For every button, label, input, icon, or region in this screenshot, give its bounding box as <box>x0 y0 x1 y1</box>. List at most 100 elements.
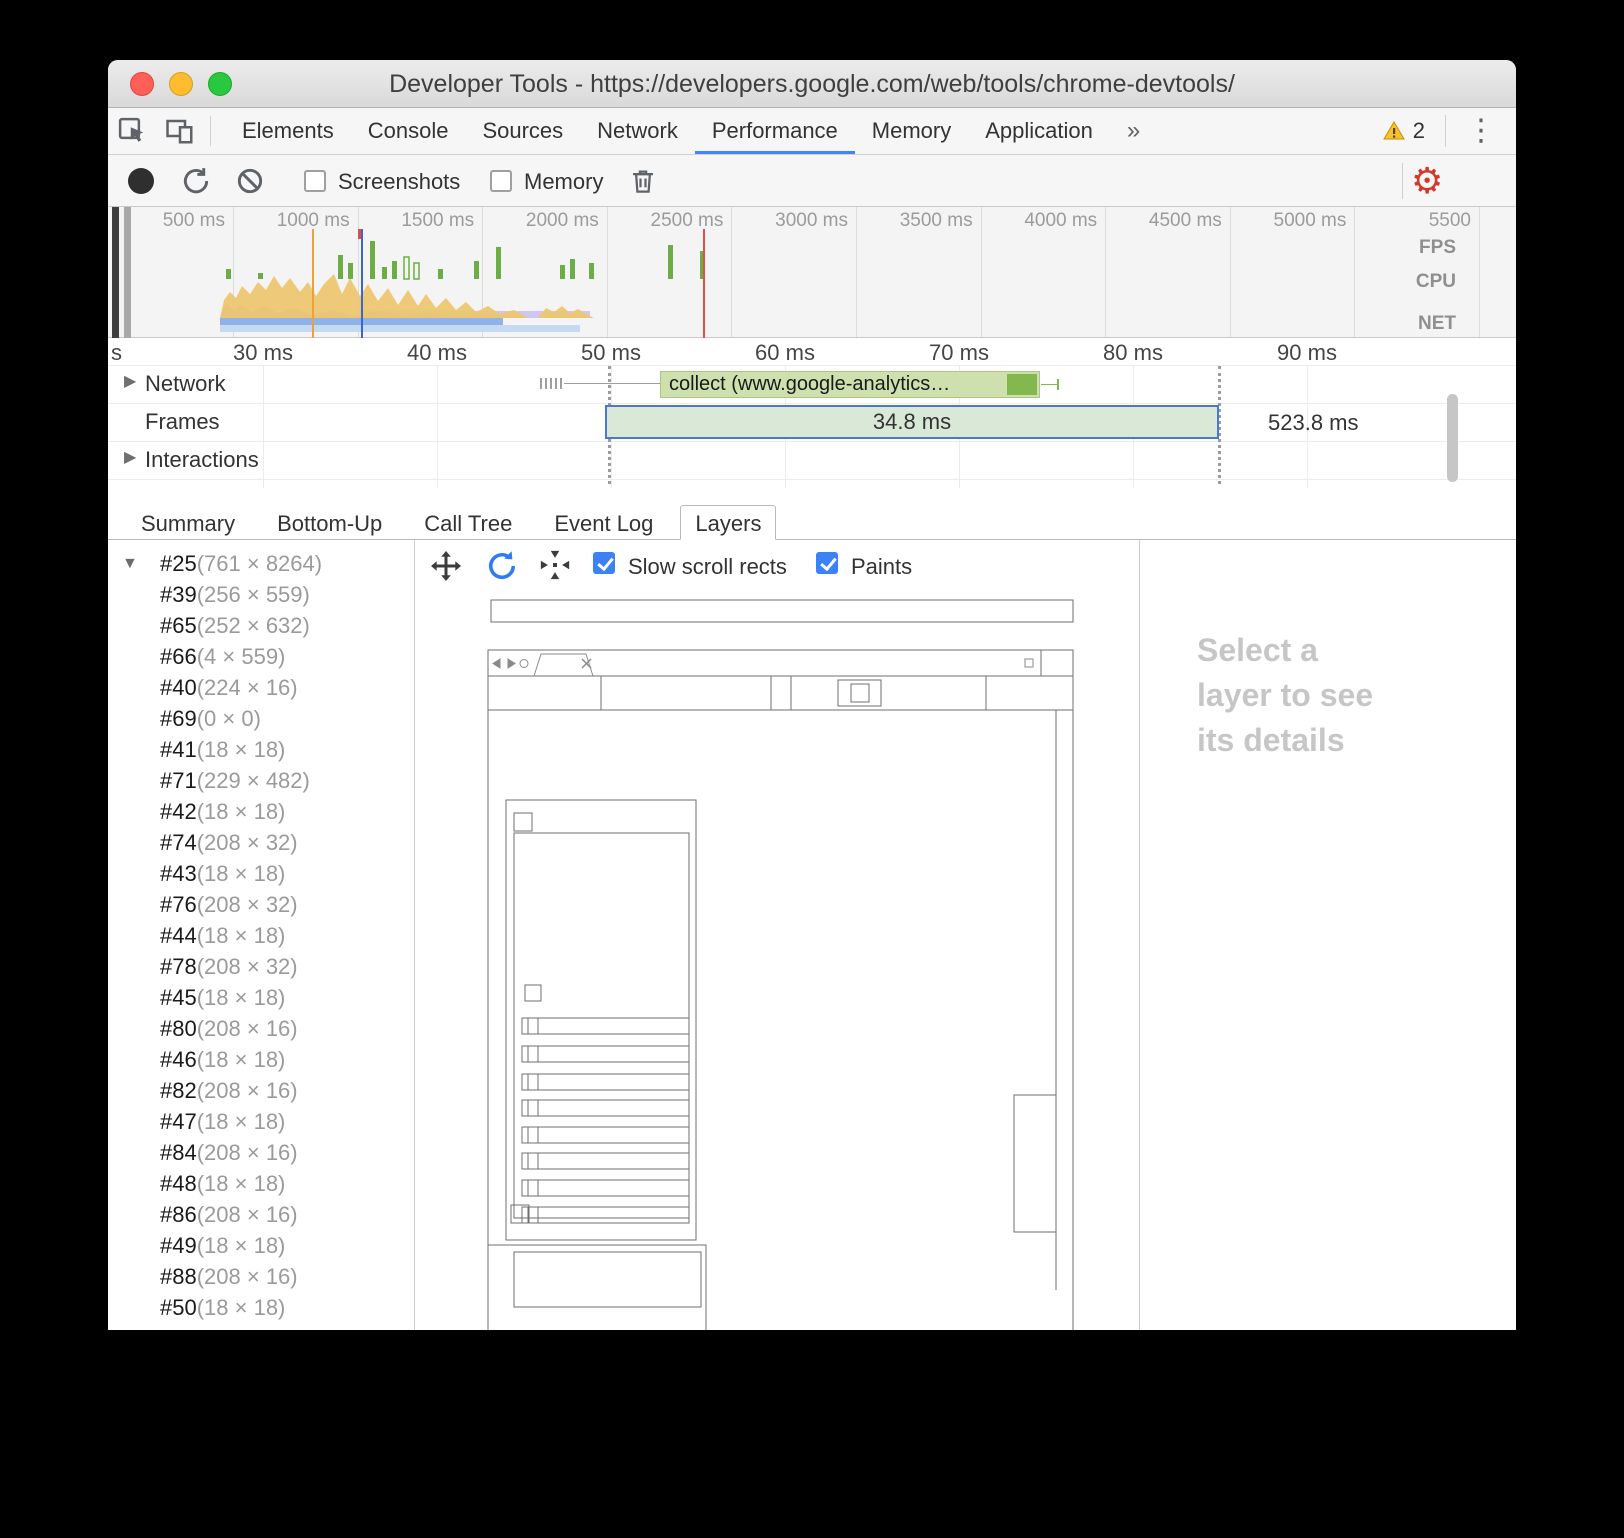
slow-scroll-checkbox[interactable] <box>593 552 615 574</box>
lane-label-cpu: CPU <box>1416 271 1456 293</box>
divider <box>210 116 211 146</box>
trash-icon[interactable] <box>628 165 658 202</box>
divider <box>1402 163 1403 199</box>
network-request-bar[interactable]: collect (www.google-analytics… <box>660 371 1040 398</box>
request-whisker-end <box>1057 379 1059 390</box>
detail-tab-list: Summary Bottom-Up Call Tree Event Log Layers <box>126 505 788 540</box>
interactions-expander-icon[interactable]: ▶ <box>124 447 136 467</box>
detail-tab-summary[interactable]: Summary <box>126 505 250 540</box>
request-tick <box>545 378 547 389</box>
tabs-overflow-button[interactable]: » <box>1110 108 1157 154</box>
window-title: Developer Tools - https://developers.goo… <box>108 60 1516 108</box>
layer-tree[interactable]: ▼#25(761 × 8264)#39(256 × 559)#65(252 × … <box>108 540 415 1330</box>
detail-tab-event-log[interactable]: Event Log <box>539 505 668 540</box>
layer-tree-item[interactable]: #46(18 × 18) <box>108 1044 414 1075</box>
timeline-overview[interactable]: 500 ms1000 ms1500 ms2000 ms2500 ms3000 m… <box>108 207 1516 338</box>
layer-tree-item[interactable]: #88(208 × 16) <box>108 1261 414 1292</box>
detail-tab-bottom-up[interactable]: Bottom-Up <box>262 505 397 540</box>
main-tab-list: ElementsConsoleSourcesNetworkPerformance… <box>217 108 1110 154</box>
layer-tree-item[interactable]: #43(18 × 18) <box>108 858 414 889</box>
layer-tree-item[interactable]: #84(208 × 16) <box>108 1137 414 1168</box>
flame-tick: 30 ms <box>233 340 293 366</box>
detail-tab-layers[interactable]: Layers <box>680 505 776 540</box>
reset-view-icon[interactable] <box>538 548 572 587</box>
layer-tree-item[interactable]: #40(224 × 16) <box>108 672 414 703</box>
screenshots-checkbox[interactable] <box>304 170 326 192</box>
layer-tree-item[interactable]: #80(208 × 16) <box>108 1013 414 1044</box>
layer-wireframe <box>416 590 1140 1330</box>
tab-console[interactable]: Console <box>351 108 466 154</box>
layer-tree-item[interactable]: #42(18 × 18) <box>108 796 414 827</box>
tab-network[interactable]: Network <box>580 108 695 154</box>
tabbar-right: 2 ⋮ <box>1381 108 1516 154</box>
layer-tree-item[interactable]: #69(0 × 0) <box>108 703 414 734</box>
flame-tick: 80 ms <box>1103 340 1163 366</box>
tab-sources[interactable]: Sources <box>465 108 580 154</box>
layer-tree-item[interactable]: #66(4 × 559) <box>108 641 414 672</box>
tab-memory[interactable]: Memory <box>855 108 968 154</box>
layer-tree-item[interactable]: #48(18 × 18) <box>108 1168 414 1199</box>
screenshots-label[interactable]: Screenshots <box>338 169 460 195</box>
record-button[interactable] <box>128 168 154 194</box>
row-separator <box>108 365 1516 366</box>
layer-tree-item[interactable]: #76(208 × 32) <box>108 889 414 920</box>
settings-gear-icon[interactable]: ⚙ <box>1411 159 1443 203</box>
minimize-button[interactable] <box>169 72 193 96</box>
tab-application[interactable]: Application <box>968 108 1110 154</box>
layer-tree-item[interactable]: #71(229 × 482) <box>108 765 414 796</box>
flame-chart[interactable]: s30 ms40 ms50 ms60 ms70 ms80 ms90 ms ▶ N… <box>108 338 1516 488</box>
memory-label[interactable]: Memory <box>524 169 603 195</box>
row-separator <box>108 441 1516 442</box>
scrollbar-thumb[interactable] <box>1447 394 1458 482</box>
console-warnings-button[interactable]: 2 <box>1381 118 1425 144</box>
request-tick <box>555 378 557 389</box>
network-request-label: collect (www.google-analytics… <box>669 373 1007 396</box>
lane-label-net: NET <box>1418 313 1456 335</box>
traffic-lights <box>130 72 232 96</box>
inspect-element-icon[interactable] <box>108 108 156 154</box>
slow-scroll-label[interactable]: Slow scroll rects <box>628 554 787 580</box>
paints-checkbox[interactable] <box>816 552 838 574</box>
paints-label[interactable]: Paints <box>851 554 912 580</box>
frame-duration: 34.8 ms <box>873 409 951 434</box>
layer-tree-item[interactable]: #78(208 × 32) <box>108 951 414 982</box>
devtools-window: Developer Tools - https://developers.goo… <box>108 60 1516 1330</box>
network-expander-icon[interactable]: ▶ <box>124 371 136 391</box>
layer-tree-item[interactable]: #47(18 × 18) <box>108 1106 414 1137</box>
layer-tree-item[interactable]: ▼#25(761 × 8264) <box>108 548 414 579</box>
rotate-mode-icon[interactable] <box>482 548 522 589</box>
layer-tree-item[interactable]: #74(208 × 32) <box>108 827 414 858</box>
layer-tree-item[interactable]: #65(252 × 632) <box>108 610 414 641</box>
close-button[interactable] <box>130 72 154 96</box>
titlebar[interactable]: Developer Tools - https://developers.goo… <box>108 60 1516 108</box>
layer-tree-item[interactable]: #39(256 × 559) <box>108 579 414 610</box>
request-whisker <box>1041 384 1057 385</box>
layer-tree-item[interactable]: #50(18 × 18) <box>108 1292 414 1323</box>
flame-tick: 40 ms <box>407 340 467 366</box>
layer-tree-item[interactable]: #86(208 × 16) <box>108 1199 414 1230</box>
tab-elements[interactable]: Elements <box>225 108 351 154</box>
selected-frame-bar[interactable]: 34.8 ms <box>605 405 1219 439</box>
layer-tree-item[interactable]: #49(18 × 18) <box>108 1230 414 1261</box>
detail-tab-call-tree[interactable]: Call Tree <box>409 505 527 540</box>
triangle-down-icon[interactable]: ▼ <box>122 548 138 579</box>
layer-tree-item[interactable]: #45(18 × 18) <box>108 982 414 1013</box>
warning-count: 2 <box>1413 118 1425 144</box>
tab-performance[interactable]: Performance <box>695 108 855 154</box>
layers-panel: ▼#25(761 × 8264)#39(256 × 559)#65(252 × … <box>108 540 1516 1330</box>
device-toolbar-icon[interactable] <box>156 108 204 154</box>
layer-tree-item[interactable]: #44(18 × 18) <box>108 920 414 951</box>
reload-icon[interactable] <box>180 165 212 202</box>
pan-mode-icon[interactable] <box>428 548 464 589</box>
overview-lanes: FPSCPUNET <box>108 207 1516 337</box>
clear-icon[interactable] <box>234 165 266 202</box>
more-options-icon[interactable]: ⋮ <box>1466 116 1496 146</box>
layer-tree-item[interactable]: #41(18 × 18) <box>108 734 414 765</box>
flame-tick: 90 ms <box>1277 340 1337 366</box>
layer-canvas[interactable]: Slow scroll rects Paints <box>416 540 1140 1330</box>
layer-tree-item[interactable]: #90(208 × 16) <box>108 1323 414 1330</box>
memory-checkbox[interactable] <box>490 170 512 192</box>
perf-toolbar: Screenshots Memory ⚙ <box>108 155 1516 207</box>
zoom-button[interactable] <box>208 72 232 96</box>
layer-tree-item[interactable]: #82(208 × 16) <box>108 1075 414 1106</box>
